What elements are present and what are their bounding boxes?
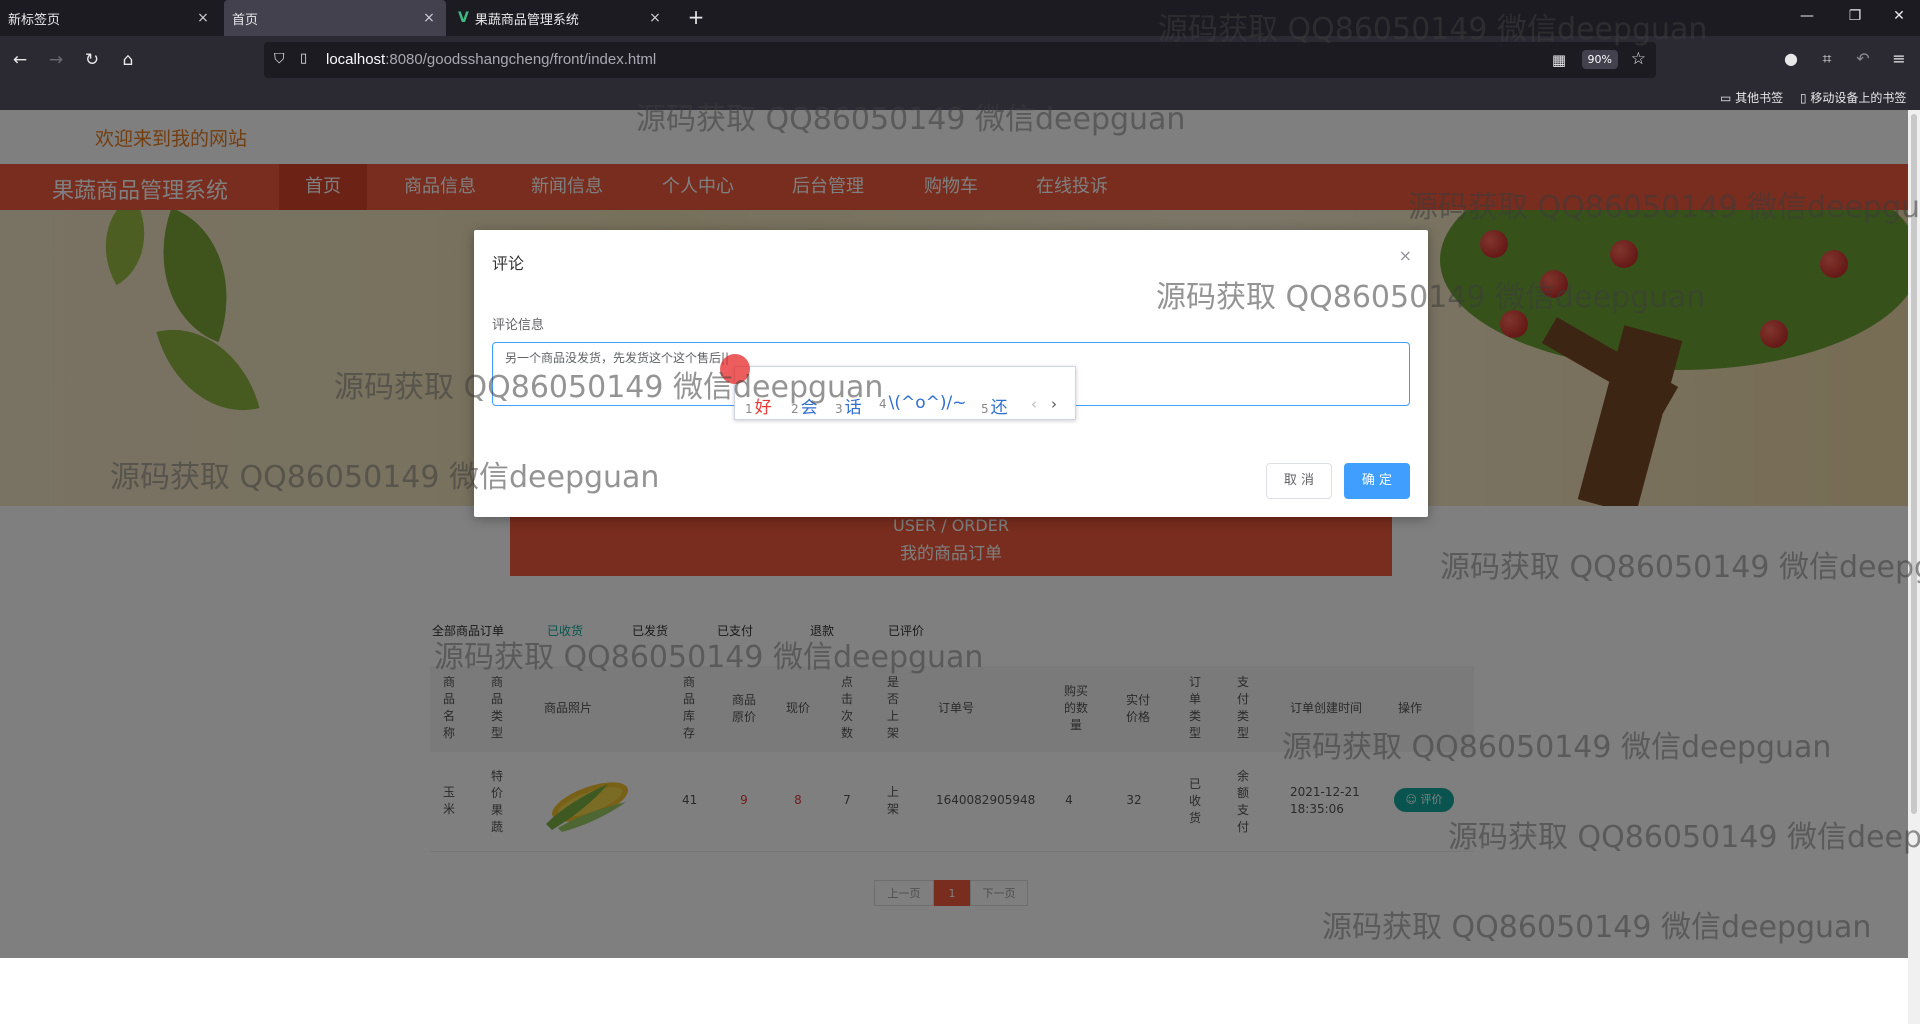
close-icon[interactable]: × [1399,246,1412,265]
ime-candidate[interactable]: 2会 [791,393,818,418]
screenshot-icon[interactable]: ⌗ [1816,49,1838,69]
cancel-button[interactable]: 取 消 [1266,463,1332,499]
tab-title: 首页 [232,12,259,28]
new-tab-button[interactable]: + [684,6,708,30]
ime-candidate[interactable]: 3话 [835,393,862,418]
browser-navigation-bar: ← → ↻ ⌂ ⛉ ▯ localhost:8080/goodsshangche… [0,36,1920,84]
tab-title: 果蔬商品管理系统 [474,12,579,28]
back-icon[interactable]: ← [8,48,32,72]
close-icon[interactable]: × [194,10,212,26]
bookmarks-bar: ▭ 其他书签 ▯ 移动设备上的书签 [0,84,1920,110]
page-scrollbar[interactable] [1908,110,1920,1024]
ime-candidate[interactable]: 1好 [745,393,772,418]
scrollbar-thumb[interactable] [1911,114,1917,814]
zoom-level[interactable]: 90% [1581,50,1618,69]
ime-candidate-popup: 1好 2会 3话 4 \(^o^)/~ 5还 ‹ › [734,366,1076,420]
reload-icon[interactable]: ↻ [80,48,104,72]
extension-icon[interactable]: ● [1780,49,1802,68]
undo-icon[interactable]: ↶ [1852,49,1874,68]
url-text[interactable]: localhost:8080/goodsshangcheng/front/ind… [326,51,656,68]
bookmark-star-icon[interactable]: ☆ [1631,49,1646,69]
tab-new[interactable]: 新标签页 × [0,0,220,36]
mouse-cursor-highlight [720,354,750,384]
close-icon[interactable]: × [646,10,664,26]
forward-icon[interactable]: → [44,48,68,72]
close-window-button[interactable]: ✕ [1884,8,1914,24]
shield-icon[interactable]: ⛉ [274,51,290,69]
browser-tab-bar: 新标签页 × 首页 × V 果蔬商品管理系统 × + — ❐ ✕ [0,0,1920,36]
confirm-button[interactable]: 确 定 [1344,463,1410,499]
home-icon[interactable]: ⌂ [116,48,140,72]
bookmark-folder-other[interactable]: ▭ 其他书签 [1720,89,1783,106]
ime-prev-icon[interactable]: ‹ [1031,395,1037,413]
tab-system[interactable]: V 果蔬商品管理系统 × [450,0,672,36]
restore-button[interactable]: ❐ [1840,8,1870,24]
dialog-title: 评论 [492,254,525,273]
address-bar[interactable]: ⛉ ▯ localhost:8080/goodsshangcheng/front… [264,42,1656,78]
tab-title: 新标签页 [8,12,61,28]
menu-icon[interactable]: ≡ [1888,49,1910,68]
bookmark-folder-mobile[interactable]: ▯ 移动设备上的书签 [1800,89,1906,106]
close-icon[interactable]: × [420,10,438,26]
minimize-button[interactable]: — [1792,8,1822,24]
qr-code-icon[interactable]: ▦ [1552,51,1566,69]
tab-home[interactable]: 首页 × [224,0,446,36]
page-info-icon[interactable]: ▯ [300,51,314,69]
vue-logo-icon: V [458,10,469,26]
ime-next-icon[interactable]: › [1051,395,1057,413]
comment-label: 评论信息 [492,318,545,333]
ime-candidate[interactable]: 5还 [981,393,1008,418]
ime-candidate[interactable]: 4 \(^o^)/~ [879,393,967,413]
